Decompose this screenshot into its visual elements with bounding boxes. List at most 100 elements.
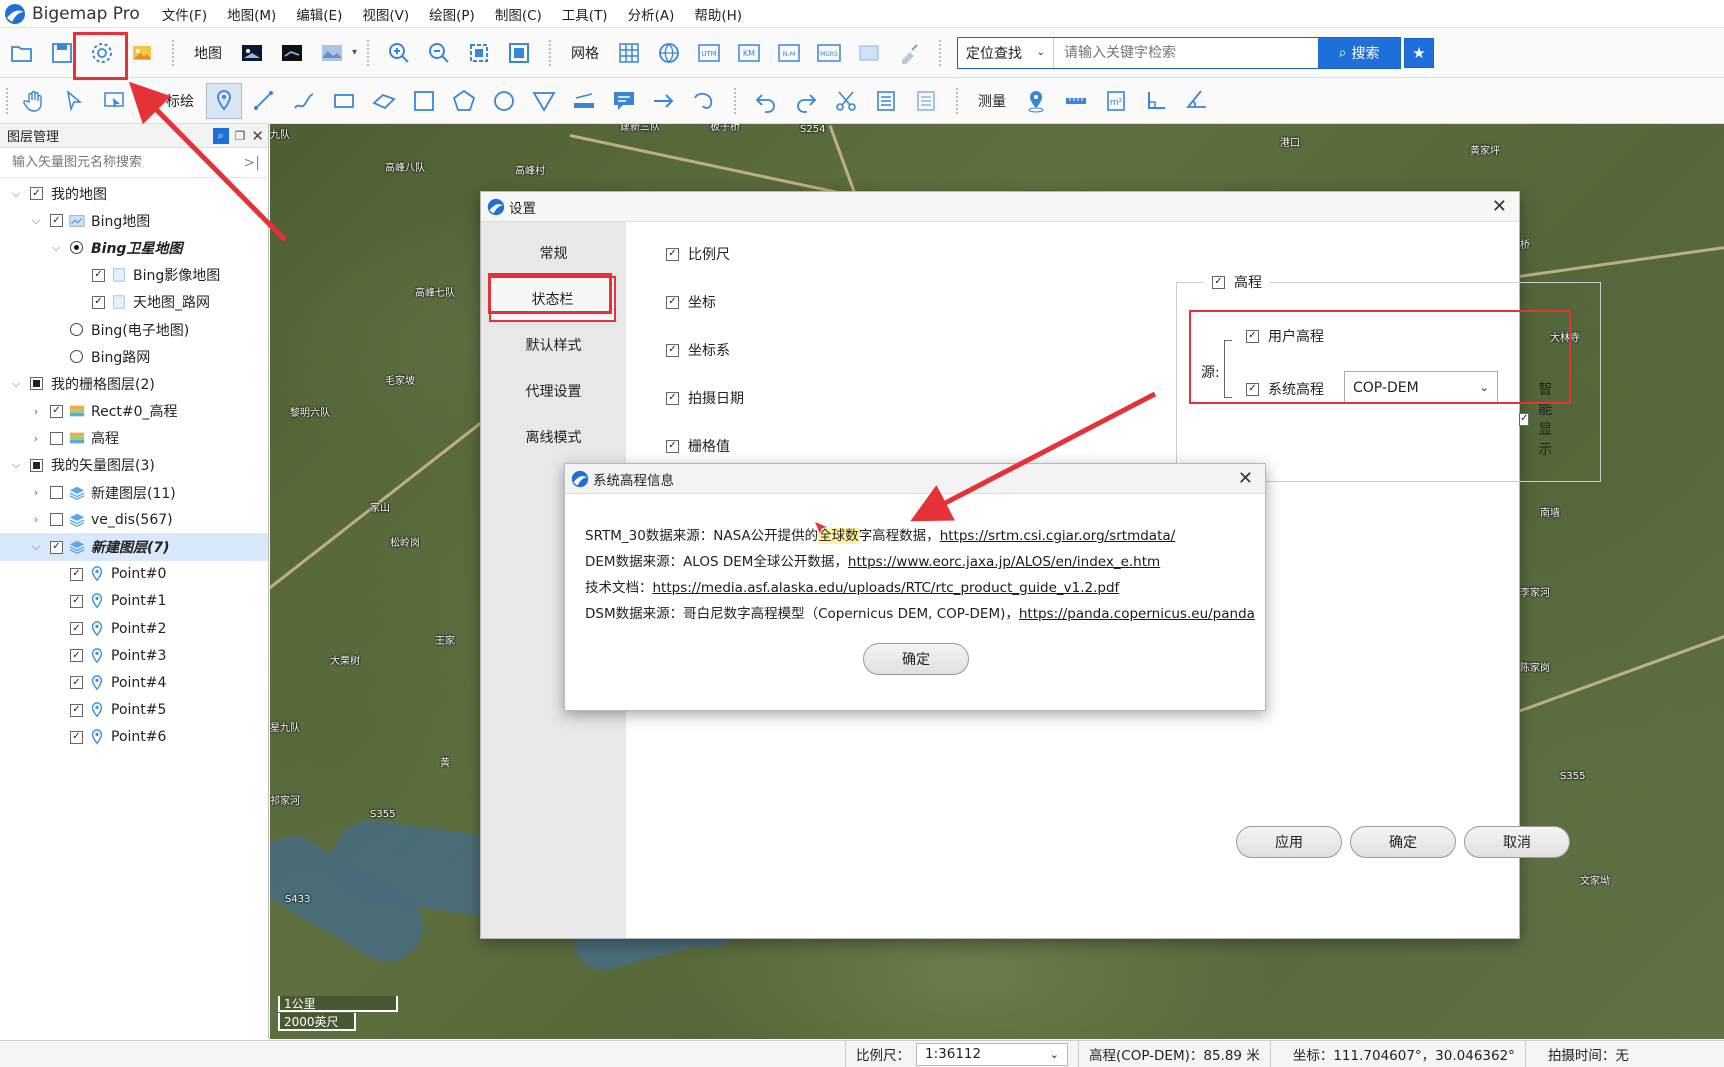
option-crs[interactable]: ✓ 坐标系 (666, 340, 730, 360)
open-folder-icon[interactable] (4, 35, 40, 71)
undo-icon[interactable] (748, 83, 784, 119)
nav-proxy[interactable]: 代理设置 (481, 368, 626, 414)
srtm-link[interactable]: https://srtm.csi.cgiar.org/srtmdata/ (940, 528, 1176, 544)
nm-grid-icon[interactable]: N-M (771, 35, 807, 71)
zoom-out-icon[interactable] (421, 35, 457, 71)
layer-tree-item[interactable]: Bing(电子地图) (0, 316, 268, 343)
comment-label-icon[interactable] (606, 83, 642, 119)
locate-mode-select[interactable]: 定位查找 ⌄ (958, 37, 1055, 68)
checkbox[interactable]: ✓ (666, 295, 679, 309)
scale-select[interactable]: 1:36112 ⌄ (916, 1042, 1068, 1066)
chevron-down-icon[interactable]: ⌵ (30, 540, 42, 554)
nav-offline[interactable]: 离线模式 (481, 414, 626, 460)
checkbox[interactable]: ✓ (70, 676, 83, 690)
checkbox[interactable]: ✓ (666, 391, 679, 405)
layer-tree-item[interactable]: › ✓ Rect#0_高程 (0, 398, 268, 425)
satellite-map-icon[interactable] (234, 35, 270, 71)
chevron-right-icon[interactable]: › (30, 513, 42, 526)
menu-analysis[interactable]: 分析(A) (628, 4, 675, 24)
layer-tree-item[interactable]: ✓ Point#4 (0, 669, 268, 696)
layer-tree-item[interactable]: ✓ Point#1 (0, 588, 268, 615)
distance-measure-icon[interactable] (1058, 83, 1094, 119)
arrow-right-icon[interactable] (646, 83, 682, 119)
checkbox[interactable] (50, 431, 63, 445)
freehand-line-icon[interactable] (286, 83, 322, 119)
menu-view[interactable]: 视图(V) (362, 4, 409, 24)
rectangle-icon[interactable] (326, 83, 362, 119)
radio-button[interactable] (70, 241, 83, 255)
close-icon[interactable]: ✕ (1492, 196, 1507, 217)
checkbox[interactable]: ✓ (70, 649, 83, 663)
layer-tree-item[interactable]: › ve_dis(567) (0, 506, 268, 533)
pentagon-icon[interactable] (446, 83, 482, 119)
globe-grid-icon[interactable] (651, 35, 687, 71)
circle-icon[interactable] (486, 83, 522, 119)
checkbox[interactable]: ✓ (50, 214, 63, 228)
copernicus-link[interactable]: https://panda.copernicus.eu/panda (1019, 606, 1255, 622)
chevron-down-icon[interactable]: ▾ (352, 47, 357, 58)
redo-icon[interactable] (788, 83, 824, 119)
square-icon[interactable] (406, 83, 442, 119)
keyword-search-input[interactable] (1054, 37, 1319, 68)
checkbox[interactable]: ✓ (50, 540, 63, 554)
alos-link[interactable]: https://www.eorc.jaxa.jp/ALOS/en/index_e… (848, 554, 1160, 570)
checkbox[interactable]: ✓ (70, 622, 83, 636)
restore-window-icon[interactable]: ❐ (235, 129, 246, 143)
night-map-icon[interactable] (274, 35, 310, 71)
checkbox[interactable]: ✓ (92, 295, 105, 309)
zoom-in-icon[interactable] (381, 35, 417, 71)
menu-map[interactable]: 地图(M) (227, 4, 276, 24)
list-icon[interactable] (908, 83, 944, 119)
close-icon[interactable]: ✕ (251, 127, 264, 145)
menu-help[interactable]: 帮助(H) (694, 4, 742, 24)
ruler-draw-icon[interactable] (566, 83, 602, 119)
terrain-map-icon[interactable] (314, 35, 350, 71)
favorite-star-button[interactable]: ★ (1404, 37, 1435, 68)
checkbox[interactable] (30, 458, 43, 472)
scissors-icon[interactable] (828, 83, 864, 119)
area-measure-icon[interactable]: m² (1098, 83, 1134, 119)
radio-button[interactable] (70, 350, 83, 364)
layer-tree-item[interactable]: ✓ Bing影像地图 (0, 262, 268, 289)
checkbox[interactable]: ✓ (70, 567, 83, 581)
apply-button[interactable]: 应用 (1236, 826, 1342, 858)
search-icon[interactable]: ⌕ (212, 128, 229, 144)
mgrs-grid-icon[interactable]: MGRS (811, 35, 847, 71)
layer-tree-item[interactable]: ✓ Point#6 (0, 724, 268, 751)
layer-tree-item[interactable]: ⌵ 我的矢量图层(3) (0, 452, 268, 479)
layer-search-input[interactable] (12, 155, 232, 170)
option-scale[interactable]: ✓ 比例尺 (666, 244, 730, 264)
checkbox[interactable]: ✓ (50, 404, 63, 418)
collapse-panel-icon[interactable]: >| (244, 155, 260, 171)
layer-tree-item[interactable]: ✓ Point#5 (0, 697, 268, 724)
angle-measure-icon[interactable] (1178, 83, 1214, 119)
checkbox[interactable]: ✓ (1519, 412, 1530, 426)
select-arrow-icon[interactable] (56, 83, 92, 119)
menu-tools[interactable]: 工具(T) (562, 4, 608, 24)
layer-tree-item[interactable]: ⌵ ✓ Bing地图 (0, 207, 268, 234)
layer-tree-item[interactable]: ✓ 天地图_路网 (0, 289, 268, 316)
checkbox[interactable]: ✓ (92, 268, 105, 282)
search-button[interactable]: ⌕ 搜索 (1318, 37, 1401, 68)
curve-arrow-icon[interactable] (686, 83, 722, 119)
checkbox[interactable] (30, 377, 43, 391)
polyline-icon[interactable] (246, 83, 282, 119)
checkbox[interactable] (50, 513, 63, 527)
polygon-icon[interactable] (366, 83, 402, 119)
clear-brush-icon[interactable] (891, 35, 927, 71)
layer-tree-item[interactable]: ⌵ Bing卫星地图 (0, 234, 268, 261)
menu-cartography[interactable]: 制图(C) (495, 4, 542, 24)
chevron-down-icon[interactable]: ⌵ (10, 377, 22, 391)
layer-tree-item[interactable]: Bing路网 (0, 343, 268, 370)
nav-default-style[interactable]: 默认样式 (481, 322, 626, 368)
cancel-button[interactable]: 取消 (1464, 826, 1570, 858)
layer-tree-item[interactable]: › 高程 (0, 425, 268, 452)
checkbox[interactable]: ✓ (30, 187, 43, 201)
nav-general[interactable]: 常规 (481, 230, 626, 276)
menu-file[interactable]: 文件(F) (162, 4, 207, 24)
layer-tree-item[interactable]: ⌵ 我的栅格图层(2) (0, 370, 268, 397)
chevron-down-icon[interactable]: ⌵ (10, 458, 22, 472)
checkbox[interactable]: ✓ (666, 439, 679, 453)
image-layer-icon[interactable] (851, 35, 887, 71)
checkbox[interactable]: ✓ (666, 247, 679, 261)
